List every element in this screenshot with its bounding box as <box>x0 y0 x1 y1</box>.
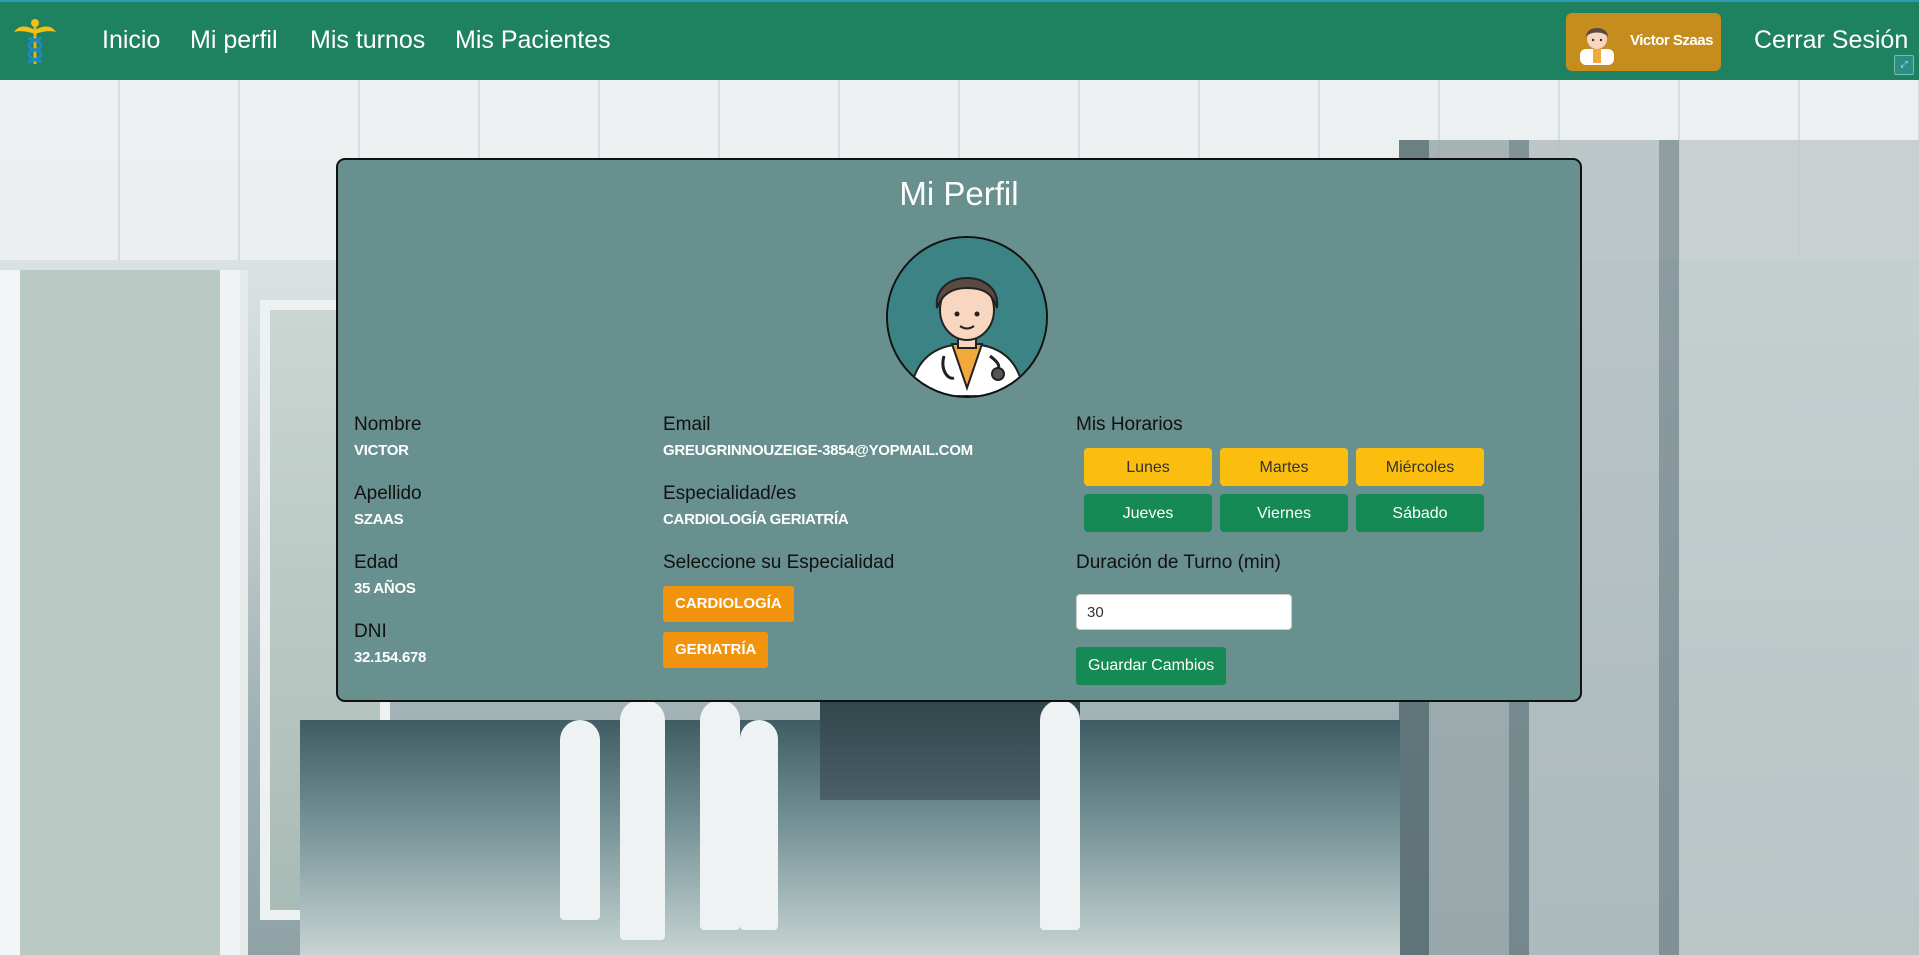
seleccione-label: Seleccione su Especialidad <box>663 552 895 573</box>
field-edad: Edad 35 AÑOS <box>354 552 416 597</box>
expand-icon[interactable]: ⤢ <box>1894 55 1914 75</box>
field-dni: DNI 32.154.678 <box>354 621 426 666</box>
dni-label: DNI <box>354 621 387 642</box>
field-email: Email GREUGRINNOUZEIGE-3854@YOPMAIL.COM <box>663 414 973 459</box>
especialidades-label: Especialidad/es <box>663 483 797 504</box>
day-viernes-button[interactable]: Viernes <box>1220 494 1348 532</box>
duration-input[interactable] <box>1076 594 1292 630</box>
day-lunes-button[interactable]: Lunes <box>1084 448 1212 486</box>
nav-mis-pacientes[interactable]: Mis Pacientes <box>455 26 611 55</box>
navbar: Inicio Mi perfil Mis turnos Mis Paciente… <box>0 0 1919 80</box>
specialty-cardiologia-button[interactable]: CARDIOLOGÍA <box>663 586 794 622</box>
profile-card: Mi Perfil Nombre VICTOR Apellido SZAAS E… <box>336 158 1582 702</box>
profile-avatar <box>886 236 1048 398</box>
nombre-value: VICTOR <box>354 442 409 459</box>
save-button[interactable]: Guardar Cambios <box>1076 647 1227 685</box>
especialidades-value: CARDIOLOGÍA GERIATRÍA <box>663 511 849 528</box>
apellido-label: Apellido <box>354 483 422 504</box>
specialty-geriatria-button[interactable]: GERIATRÍA <box>663 632 769 668</box>
edad-label: Edad <box>354 552 399 573</box>
user-avatar <box>1580 28 1614 65</box>
day-martes-button[interactable]: Martes <box>1220 448 1348 486</box>
field-horarios: Mis Horarios <box>1076 414 1183 436</box>
email-label: Email <box>663 414 711 435</box>
apellido-value: SZAAS <box>354 511 404 528</box>
nav-mis-turnos[interactable]: Mis turnos <box>310 26 425 55</box>
page-title: Mi Perfil <box>899 175 1019 212</box>
user-menu[interactable]: Victor Szaas <box>1566 13 1721 71</box>
nombre-label: Nombre <box>354 414 422 435</box>
field-apellido: Apellido SZAAS <box>354 483 422 528</box>
field-especialidades: Especialidad/es CARDIOLOGÍA GERIATRÍA <box>663 483 849 528</box>
day-sabado-button[interactable]: Sábado <box>1356 494 1484 532</box>
field-nombre: Nombre VICTOR <box>354 414 422 459</box>
caduceus-logo-icon[interactable] <box>14 18 56 66</box>
user-name: Victor Szaas <box>1630 32 1713 49</box>
dni-value: 32.154.678 <box>354 649 427 666</box>
duracion-label: Duración de Turno (min) <box>1076 552 1281 573</box>
email-value: GREUGRINNOUZEIGE-3854@YOPMAIL.COM <box>663 442 973 459</box>
day-jueves-button[interactable]: Jueves <box>1084 494 1212 532</box>
horarios-label: Mis Horarios <box>1076 414 1183 435</box>
nav-mi-perfil[interactable]: Mi perfil <box>190 26 278 55</box>
day-miercoles-button[interactable]: Miércoles <box>1356 448 1484 486</box>
logout-link[interactable]: Cerrar Sesión <box>1754 26 1908 55</box>
edad-value: 35 AÑOS <box>354 580 416 597</box>
field-seleccione: Seleccione su Especialidad <box>663 552 894 574</box>
nav-inicio[interactable]: Inicio <box>102 26 160 55</box>
field-duracion: Duración de Turno (min) <box>1076 552 1281 574</box>
